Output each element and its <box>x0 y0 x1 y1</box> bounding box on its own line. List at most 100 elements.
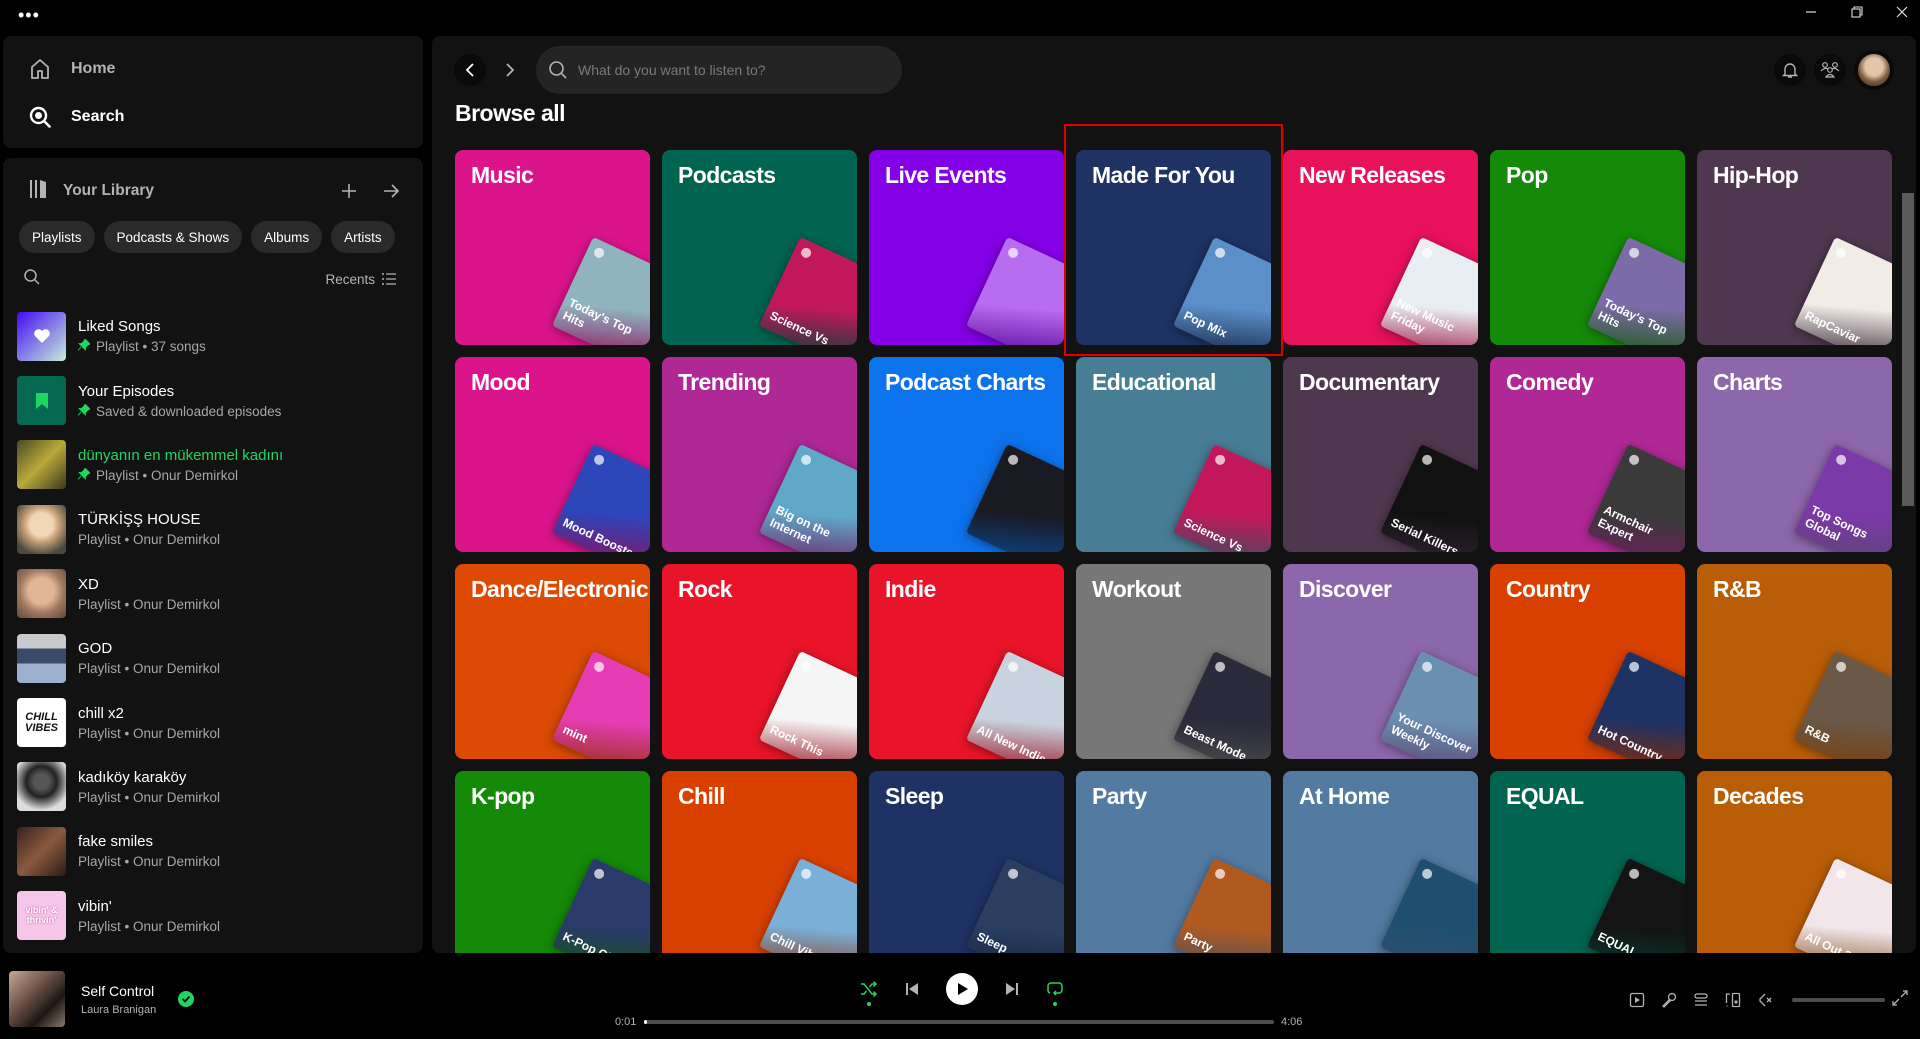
library-item[interactable]: GOD Playlist • Onur Demirkol <box>17 626 415 690</box>
category-card-rock[interactable]: Rock Rock This <box>662 564 857 759</box>
category-card-documentary[interactable]: Documentary Serial Killers <box>1283 357 1478 552</box>
connect-device-button[interactable] <box>1724 991 1742 1009</box>
pin-icon <box>77 338 91 354</box>
category-card-hip-hop[interactable]: Hip-Hop RapCaviar <box>1697 150 1892 345</box>
artwork-label: Science Vs <box>767 308 832 345</box>
library-item-cover: vibin' & thrivin' <box>17 891 66 941</box>
category-card-at-home[interactable]: At Home <box>1283 771 1478 953</box>
chip-podcasts-shows[interactable]: Podcasts & Shows <box>103 221 243 253</box>
shuffle-button[interactable] <box>860 980 878 1006</box>
restore-button[interactable] <box>1837 0 1877 24</box>
category-card-workout[interactable]: Workout Beast Mode <box>1076 564 1271 759</box>
expand-library-button[interactable] <box>379 179 403 203</box>
category-card-educational[interactable]: Educational Science Vs <box>1076 357 1271 552</box>
category-card-decades[interactable]: Decades All Out 2000s <box>1697 771 1892 953</box>
category-card-indie[interactable]: Indie All New Indie <box>869 564 1064 759</box>
repeat-button[interactable] <box>1046 980 1064 1006</box>
artwork-label: All New Indie <box>974 722 1049 759</box>
category-card-equal[interactable]: EQUAL EQUAL <box>1490 771 1685 953</box>
spotify-logo-icon <box>1834 246 1848 260</box>
search-bar[interactable] <box>536 46 902 94</box>
spotify-logo-icon <box>1420 453 1434 467</box>
nav-search[interactable]: Search <box>27 104 124 130</box>
play-button[interactable] <box>946 973 978 1005</box>
spotify-logo-icon <box>1006 660 1020 674</box>
friend-activity-button[interactable] <box>1814 54 1846 86</box>
library-item-name: TÜRKİŞŞ HOUSE <box>78 511 201 529</box>
library-item[interactable]: Liked Songs Playlist • 37 songs <box>17 304 415 368</box>
category-card-new-releases[interactable]: New Releases New Music Friday <box>1283 150 1478 345</box>
library-item-name: XD <box>78 575 99 593</box>
search-library-button[interactable] <box>23 268 41 291</box>
library-item[interactable]: Your Episodes Saved & downloaded episodes <box>17 368 415 432</box>
notifications-button[interactable] <box>1774 54 1806 86</box>
app-menu-button[interactable]: ••• <box>18 6 40 24</box>
category-card-discover[interactable]: Discover Your Discover Weekly <box>1283 564 1478 759</box>
chip-playlists[interactable]: Playlists <box>19 221 95 253</box>
category-card-artwork: mint <box>551 650 650 759</box>
progress-bar[interactable] <box>644 1020 1274 1024</box>
category-card-live-events[interactable]: Live Events <box>869 150 1064 345</box>
library-item[interactable]: XD Playlist • Onur Demirkol <box>17 562 415 626</box>
now-playing-view-button[interactable] <box>1628 991 1646 1009</box>
previous-button[interactable] <box>904 981 920 997</box>
category-card-sleep[interactable]: Sleep Sleep <box>869 771 1064 953</box>
category-card-mood[interactable]: Mood Mood Booster <box>455 357 650 552</box>
library-item[interactable]: dünyanın en mükemmel kadını Playlist • On… <box>17 433 415 497</box>
volume-slider[interactable] <box>1792 998 1885 1002</box>
spotify-logo-icon <box>799 246 813 260</box>
library-item-subtitle: Playlist • Onur Demirkol <box>78 661 221 677</box>
nav-home[interactable]: Home <box>27 56 115 82</box>
category-card-podcasts[interactable]: Podcasts Science Vs <box>662 150 857 345</box>
category-card-k-pop[interactable]: K-pop K-Pop ON! <box>455 771 650 953</box>
spotify-logo-icon <box>592 867 606 881</box>
library-item[interactable]: CHILL VIBES chill x2 Playlist • Onur Demir… <box>17 690 415 754</box>
search-input[interactable] <box>578 62 878 78</box>
category-card-artwork: Armchair Expert <box>1586 443 1685 552</box>
forward-button[interactable] <box>494 54 526 86</box>
category-card-made-for-you[interactable]: Made For You Pop Mix <box>1076 150 1271 345</box>
liked-button[interactable] <box>178 991 194 1007</box>
back-button[interactable] <box>454 54 486 86</box>
now-playing-cover[interactable] <box>9 971 65 1027</box>
chip-artists[interactable]: Artists <box>331 221 395 253</box>
progress-fill <box>644 1020 647 1024</box>
category-card-artwork: All Out 2000s <box>1793 857 1892 953</box>
queue-button[interactable] <box>1692 991 1710 1009</box>
main-scrollbar[interactable] <box>1902 193 1914 506</box>
close-button[interactable] <box>1882 0 1920 24</box>
create-playlist-button[interactable] <box>337 179 361 203</box>
category-card-r-b[interactable]: R&B R&B <box>1697 564 1892 759</box>
category-card-comedy[interactable]: Comedy Armchair Expert <box>1490 357 1685 552</box>
category-card-chill[interactable]: Chill Chill Vibes <box>662 771 857 953</box>
library-item[interactable]: kadıköy karaköy Playlist • Onur Demirkol <box>17 755 415 819</box>
minimize-button[interactable] <box>1791 0 1831 24</box>
category-card-trending[interactable]: Trending Big on the Internet <box>662 357 857 552</box>
sort-recents-button[interactable]: Recents <box>325 272 397 287</box>
repeat-icon <box>1047 982 1063 996</box>
category-card-title: Educational <box>1092 369 1216 395</box>
next-button[interactable] <box>1004 981 1020 997</box>
category-card-charts[interactable]: Charts Top Songs Global <box>1697 357 1892 552</box>
user-avatar[interactable] <box>1854 50 1894 90</box>
category-card-pop[interactable]: Pop Today's Top Hits <box>1490 150 1685 345</box>
your-library-button[interactable]: Your Library <box>27 177 154 206</box>
category-card-music[interactable]: Music Today's Top Hits <box>455 150 650 345</box>
plus-icon <box>342 184 356 198</box>
category-card-dance-electronic[interactable]: Dance/Electronic mint <box>455 564 650 759</box>
category-card-party[interactable]: Party Party <box>1076 771 1271 953</box>
category-card-podcast-charts[interactable]: Podcast Charts <box>869 357 1064 552</box>
library-item-text: dünyanın en mükemmel kadını Playlist • On… <box>77 447 283 483</box>
now-playing-artist[interactable]: Laura Branigan <box>81 1004 156 1016</box>
lyrics-button[interactable] <box>1660 991 1678 1009</box>
library-item[interactable]: vibin' & thrivin' vibin' Playlist • Onur D… <box>17 884 415 948</box>
library-item[interactable]: TÜRKİŞŞ HOUSE Playlist • Onur Demirkol <box>17 497 415 561</box>
now-playing-title[interactable]: Self Control <box>81 983 154 999</box>
chip-albums[interactable]: Albums <box>251 221 323 253</box>
library-item[interactable]: fake smiles Playlist • Onur Demirkol <box>17 819 415 883</box>
category-card-country[interactable]: Country Hot Country <box>1490 564 1685 759</box>
fullscreen-button[interactable] <box>1892 990 1908 1011</box>
mute-button[interactable] <box>1756 991 1774 1009</box>
nav-home-label: Home <box>71 60 116 77</box>
category-card-title: K-pop <box>471 783 535 809</box>
